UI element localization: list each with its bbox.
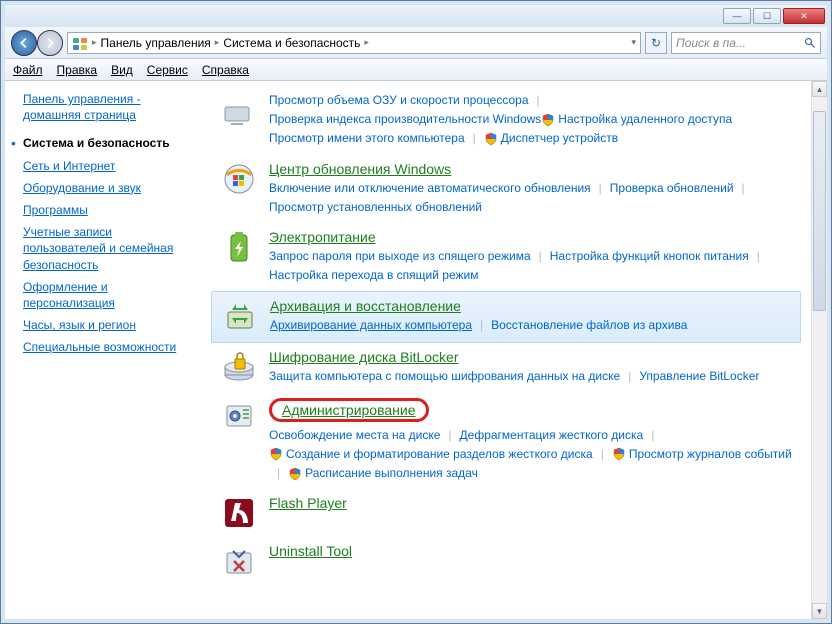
link-installed-updates[interactable]: Просмотр установленных обновлений [269, 198, 482, 217]
chevron-right-icon: ▸ [92, 37, 97, 48]
sidebar: Панель управления - домашняя страница Си… [5, 81, 205, 619]
shield-icon [288, 467, 302, 481]
menu-edit[interactable]: Правка [57, 63, 98, 77]
sidebar-item-hardware[interactable]: Оборудование и звук [23, 180, 141, 196]
back-button[interactable] [11, 30, 37, 56]
content-area: Просмотр объема ОЗУ и скорости процессор… [205, 81, 827, 619]
chevron-right-icon: ▸ [364, 37, 369, 48]
sidebar-item-clock[interactable]: Часы, язык и регион [23, 317, 136, 333]
maximize-button[interactable]: ☐ [753, 8, 781, 24]
titlebar: — ☐ ✕ [5, 5, 827, 27]
link-auto-update[interactable]: Включение или отключение автоматического… [269, 179, 591, 198]
sidebar-item-accessibility[interactable]: Специальные возможности [23, 339, 176, 355]
link-task-schedule[interactable]: Расписание выполнения задач [288, 464, 478, 483]
shield-icon [541, 113, 555, 127]
bitlocker-icon [219, 349, 259, 386]
admin-tools-icon [219, 398, 259, 484]
chevron-down-icon[interactable]: ▾ [631, 37, 636, 48]
breadcrumb-root[interactable]: Панель управления [101, 36, 211, 50]
scroll-thumb[interactable] [813, 111, 826, 311]
section-admin: Администрирование Освобождение места на … [211, 392, 801, 490]
menu-file[interactable]: Файл [13, 63, 43, 77]
section-bitlocker: Шифрование диска BitLocker Защита компью… [211, 343, 801, 392]
menubar: Файл Правка Вид Сервис Справка [5, 59, 827, 81]
flash-icon [219, 495, 259, 531]
menu-help[interactable]: Справка [202, 63, 249, 77]
address-bar[interactable]: ▸ Панель управления ▸ Система и безопасн… [67, 32, 641, 54]
navbar: ▸ Панель управления ▸ Система и безопасн… [5, 27, 827, 59]
menu-view[interactable]: Вид [111, 63, 133, 77]
title-backup[interactable]: Архивация и восстановление [270, 298, 461, 314]
refresh-button[interactable]: ↻ [645, 32, 667, 54]
title-uninstall[interactable]: Uninstall Tool [269, 543, 352, 559]
sidebar-item-network[interactable]: Сеть и Интернет [23, 158, 115, 174]
shield-icon [484, 132, 498, 146]
sidebar-list: Система и безопасность Сеть и Интернет О… [23, 135, 191, 355]
menu-tools[interactable]: Сервис [147, 63, 188, 77]
link-restore-files[interactable]: Восстановление файлов из архива [491, 316, 687, 335]
title-power[interactable]: Электропитание [269, 229, 376, 245]
sidebar-home[interactable]: Панель управления - домашняя страница [23, 92, 141, 122]
search-icon [804, 37, 816, 49]
close-button[interactable]: ✕ [783, 8, 825, 24]
link-event-log[interactable]: Просмотр журналов событий [612, 445, 792, 464]
computer-icon [219, 91, 259, 149]
title-flash[interactable]: Flash Player [269, 495, 347, 511]
search-input[interactable]: Поиск в па... [671, 32, 821, 54]
scrollbar[interactable]: ▲ ▼ [811, 81, 827, 619]
shield-icon [612, 447, 626, 461]
breadcrumb-section[interactable]: Система и безопасность [223, 36, 360, 50]
link-device-manager[interactable]: Диспетчер устройств [484, 129, 618, 148]
sidebar-item-appearance[interactable]: Оформление и персонализация [23, 279, 191, 311]
windows-update-icon [219, 161, 259, 217]
link-remote-access[interactable]: Настройка удаленного доступа [541, 110, 732, 129]
sidebar-item-system-security[interactable]: Система и безопасность [23, 135, 170, 151]
link-ram-cpu[interactable]: Просмотр объема ОЗУ и скорости процессор… [269, 91, 529, 110]
section-backup: Архивация и восстановление Архивирование… [211, 291, 801, 342]
uninstall-tool-icon [219, 543, 259, 579]
link-bitlocker-manage[interactable]: Управление BitLocker [639, 367, 759, 386]
window-frame: — ☐ ✕ ▸ Панель управления ▸ Система и бе… [0, 0, 832, 624]
section-windows-update: Центр обновления Windows Включение или о… [211, 155, 801, 223]
link-defrag[interactable]: Дефрагментация жесткого диска [460, 426, 644, 445]
title-admin[interactable]: Администрирование [269, 398, 429, 422]
control-panel-icon [72, 35, 88, 51]
link-partitions[interactable]: Создание и форматирование разделов жестк… [269, 445, 593, 464]
link-bitlocker-protect[interactable]: Защита компьютера с помощью шифрования д… [269, 367, 620, 386]
section-flash: Flash Player [211, 489, 801, 537]
scroll-down-button[interactable]: ▼ [812, 603, 827, 619]
section-power: Электропитание Запрос пароля при выходе … [211, 223, 801, 291]
title-windows-update[interactable]: Центр обновления Windows [269, 161, 451, 177]
link-power-buttons[interactable]: Настройка функций кнопок питания [550, 247, 749, 266]
search-placeholder: Поиск в па... [676, 36, 746, 50]
scroll-up-button[interactable]: ▲ [812, 81, 827, 97]
link-backup-data[interactable]: Архивирование данных компьютера [270, 316, 472, 335]
sidebar-item-programs[interactable]: Программы [23, 202, 88, 218]
title-bitlocker[interactable]: Шифрование диска BitLocker [269, 349, 459, 365]
link-computer-name[interactable]: Просмотр имени этого компьютера [269, 129, 465, 148]
battery-icon [219, 229, 259, 285]
minimize-button[interactable]: — [723, 8, 751, 24]
shield-icon [269, 447, 283, 461]
link-check-updates[interactable]: Проверка обновлений [610, 179, 734, 198]
link-sleep-settings[interactable]: Настройка перехода в спящий режим [269, 266, 478, 285]
link-password-wake[interactable]: Запрос пароля при выходе из спящего режи… [269, 247, 531, 266]
section-system-partial: Просмотр объема ОЗУ и скорости процессор… [211, 85, 801, 155]
section-uninstall: Uninstall Tool [211, 537, 801, 585]
forward-button[interactable] [37, 30, 63, 56]
backup-icon [220, 298, 260, 335]
link-perf-index[interactable]: Проверка индекса производительности Wind… [269, 110, 541, 129]
chevron-right-icon: ▸ [215, 37, 220, 48]
sidebar-item-users[interactable]: Учетные записи пользователей и семейная … [23, 224, 191, 273]
link-disk-cleanup[interactable]: Освобождение места на диске [269, 426, 440, 445]
